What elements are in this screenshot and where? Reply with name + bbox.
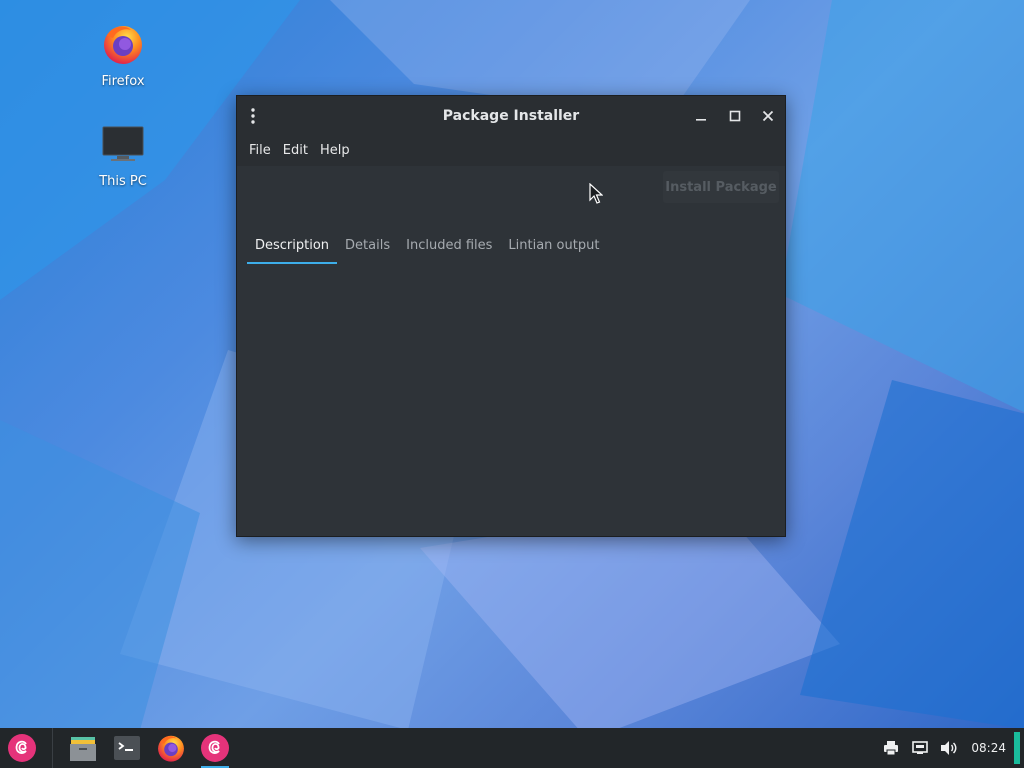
close-icon xyxy=(762,110,774,122)
tab-details[interactable]: Details xyxy=(337,234,398,262)
mouse-cursor-icon xyxy=(589,183,603,204)
firefox-icon xyxy=(99,20,147,68)
debian-menu-icon xyxy=(8,734,36,762)
show-desktop-button[interactable] xyxy=(1014,732,1020,764)
content-panel: Install Package Description Details Incl… xyxy=(237,166,785,536)
application-menu-button[interactable] xyxy=(0,728,44,768)
window-menu-button[interactable] xyxy=(243,106,263,126)
tab-lintian-output[interactable]: Lintian output xyxy=(500,234,607,262)
volume-icon xyxy=(940,741,957,755)
wallpaper-shape xyxy=(780,0,1024,420)
volume-tray-button[interactable] xyxy=(934,728,963,768)
taskbar-terminal[interactable] xyxy=(105,728,149,768)
printer-icon xyxy=(883,741,898,756)
terminal-icon xyxy=(114,736,140,760)
close-button[interactable] xyxy=(758,106,778,126)
desktop-icon-label: This PC xyxy=(99,174,147,189)
vertical-dots-icon xyxy=(251,108,255,124)
network-icon xyxy=(912,741,928,754)
clock[interactable]: 08:24 xyxy=(963,741,1014,755)
system-tray: 08:24 xyxy=(876,728,1024,768)
network-tray-button[interactable] xyxy=(905,728,934,768)
printer-tray-button[interactable] xyxy=(876,728,905,768)
wallpaper-shape xyxy=(800,380,1024,728)
window-title: Package Installer xyxy=(442,108,580,124)
menu-help[interactable]: Help xyxy=(314,143,356,158)
install-package-button[interactable]: Install Package xyxy=(663,171,779,203)
monitor-icon xyxy=(99,120,147,168)
taskbar: 08:24 xyxy=(0,728,1024,768)
desktop-icon-firefox[interactable]: Firefox xyxy=(78,20,168,89)
taskbar-firefox[interactable] xyxy=(149,728,193,768)
menu-file[interactable]: File xyxy=(243,143,277,158)
taskbar-file-manager[interactable] xyxy=(61,728,105,768)
desktop-icon-this-pc[interactable]: This PC xyxy=(78,120,168,189)
tab-included-files[interactable]: Included files xyxy=(398,234,500,262)
menu-bar: File Edit Help xyxy=(237,136,785,164)
maximize-button[interactable] xyxy=(725,106,745,126)
file-manager-icon xyxy=(70,737,96,761)
tab-bar: Description Details Included files Linti… xyxy=(247,234,607,264)
window-titlebar[interactable]: Package Installer xyxy=(237,96,785,136)
debian-installer-icon xyxy=(201,734,229,762)
firefox-icon xyxy=(158,735,184,762)
taskbar-separator xyxy=(52,728,53,768)
minimize-icon xyxy=(696,119,706,121)
wallpaper-shape xyxy=(0,420,200,728)
package-installer-window: Package Installer File Edit Help Install… xyxy=(236,95,786,537)
tab-description[interactable]: Description xyxy=(247,234,338,264)
maximize-icon xyxy=(729,110,741,122)
taskbar-package-installer[interactable] xyxy=(193,728,237,768)
minimize-button[interactable] xyxy=(691,106,711,126)
menu-edit[interactable]: Edit xyxy=(277,143,314,158)
desktop-icon-label: Firefox xyxy=(101,74,145,89)
